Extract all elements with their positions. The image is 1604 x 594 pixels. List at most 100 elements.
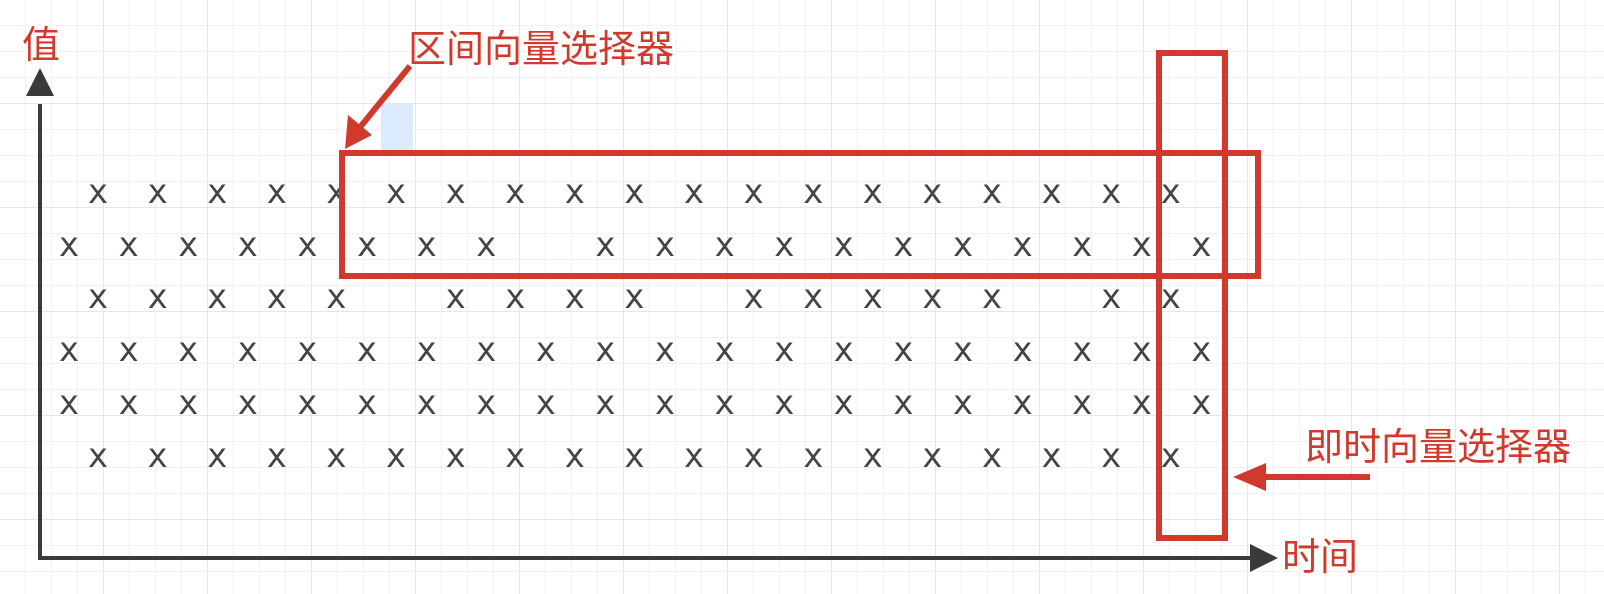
sample-mark: x: [445, 436, 465, 476]
sample-mark: x: [267, 172, 287, 212]
sample-mark: x: [1191, 330, 1211, 370]
sample-mark: x: [624, 277, 644, 317]
sample-mark: x: [1161, 172, 1181, 212]
sample-mark: x: [207, 277, 227, 317]
sample-mark: x: [476, 383, 496, 423]
sample-mark: x: [624, 172, 644, 212]
x-axis-label: 时间: [1282, 535, 1359, 579]
sample-mark: x: [147, 436, 167, 476]
sample-mark: x: [118, 330, 138, 370]
sample-mark: x: [476, 330, 496, 370]
sample-mark: x: [505, 172, 525, 212]
sample-mark: x: [1012, 383, 1032, 423]
sample-mark: x: [863, 436, 883, 476]
sample-mark: x: [1012, 330, 1032, 370]
sample-mark: x: [953, 383, 973, 423]
sample-mark: x: [743, 172, 763, 212]
sample-mark: x: [922, 172, 942, 212]
sample-mark: x: [416, 383, 436, 423]
sample-mark: x: [565, 436, 585, 476]
sample-mark: x: [714, 383, 734, 423]
sample-mark: x: [595, 383, 615, 423]
sample-mark: x: [565, 172, 585, 212]
sample-mark: x: [445, 277, 465, 317]
sample-mark: x: [238, 330, 258, 370]
sample-mark: x: [714, 330, 734, 370]
highlight-cell: [381, 104, 413, 156]
sample-mark: x: [238, 225, 258, 265]
sample-mark: x: [238, 383, 258, 423]
sample-mark: x: [297, 225, 317, 265]
sample-mark: x: [714, 225, 734, 265]
sample-mark: x: [922, 277, 942, 317]
sample-mark: x: [59, 330, 79, 370]
sample-mark: x: [1072, 330, 1092, 370]
sample-mark: x: [893, 225, 913, 265]
sample-mark: x: [774, 330, 794, 370]
sample-mark: x: [834, 330, 854, 370]
sample-mark: x: [1132, 330, 1152, 370]
sample-mark: x: [267, 436, 287, 476]
sample-mark: x: [743, 436, 763, 476]
sample-mark: x: [684, 172, 704, 212]
sample-mark: x: [416, 330, 436, 370]
sample-mark: x: [624, 436, 644, 476]
y-axis-label: 值: [22, 23, 61, 67]
sample-mark: x: [803, 277, 823, 317]
sample-mark: x: [803, 436, 823, 476]
sample-mark: x: [118, 225, 138, 265]
sample-mark: x: [953, 225, 973, 265]
samples-grid: x x x x x x x x x x x x x x x x x x xx x x x x x x x x x x x x x x x x x xx x…: [59, 172, 1212, 476]
y-axis-arrow-icon: [26, 68, 54, 96]
sample-mark: x: [267, 277, 287, 317]
sample-mark: x: [595, 225, 615, 265]
sample-mark: x: [1132, 225, 1152, 265]
sample-mark: x: [1012, 225, 1032, 265]
sample-mark: x: [147, 277, 167, 317]
sample-mark: x: [357, 225, 377, 265]
sample-mark: x: [357, 383, 377, 423]
sample-mark: x: [1041, 436, 1061, 476]
sample-mark: x: [595, 330, 615, 370]
sample-mark: x: [893, 330, 913, 370]
instant-selector-label: 即时向量选择器: [1305, 425, 1572, 469]
sample-mark: x: [743, 277, 763, 317]
sample-mark: x: [505, 436, 525, 476]
sample-mark: x: [59, 383, 79, 423]
sample-mark: x: [476, 225, 496, 265]
sample-mark: x: [922, 436, 942, 476]
sample-mark: x: [655, 383, 675, 423]
sample-mark: x: [565, 277, 585, 317]
series-diagram: x x x x x x x x x x x x x x x x x x xx x x x x x x x x x x x x x x x x x xx x…: [26, 50, 1370, 572]
sample-mark: x: [505, 277, 525, 317]
sample-mark: x: [147, 172, 167, 212]
sample-mark: x: [982, 436, 1002, 476]
sample-mark: x: [536, 330, 556, 370]
sample-mark: x: [118, 383, 138, 423]
sample-mark: x: [207, 436, 227, 476]
sample-mark: x: [88, 436, 108, 476]
sample-mark: x: [1101, 172, 1121, 212]
sample-mark: x: [178, 383, 198, 423]
sample-mark: x: [774, 383, 794, 423]
sample-mark: x: [326, 277, 346, 317]
sample-mark: x: [863, 172, 883, 212]
sample-mark: x: [207, 172, 227, 212]
sample-mark: x: [88, 172, 108, 212]
sample-mark: x: [297, 330, 317, 370]
sample-mark: x: [88, 277, 108, 317]
sample-mark: x: [1072, 225, 1092, 265]
sample-mark: x: [1101, 277, 1121, 317]
sample-mark: x: [982, 172, 1002, 212]
sample-mark: x: [416, 225, 436, 265]
sample-mark: x: [297, 383, 317, 423]
instant-selector-arrowhead-icon: [1233, 463, 1266, 491]
x-axis-arrow-icon: [1250, 544, 1278, 572]
sample-mark: x: [1041, 172, 1061, 212]
sample-mark: x: [386, 172, 406, 212]
range-selector-label: 区间向量选择器: [408, 27, 675, 71]
sample-mark: x: [684, 436, 704, 476]
sample-mark: x: [1072, 383, 1092, 423]
sample-mark: x: [953, 330, 973, 370]
sample-mark: x: [982, 277, 1002, 317]
